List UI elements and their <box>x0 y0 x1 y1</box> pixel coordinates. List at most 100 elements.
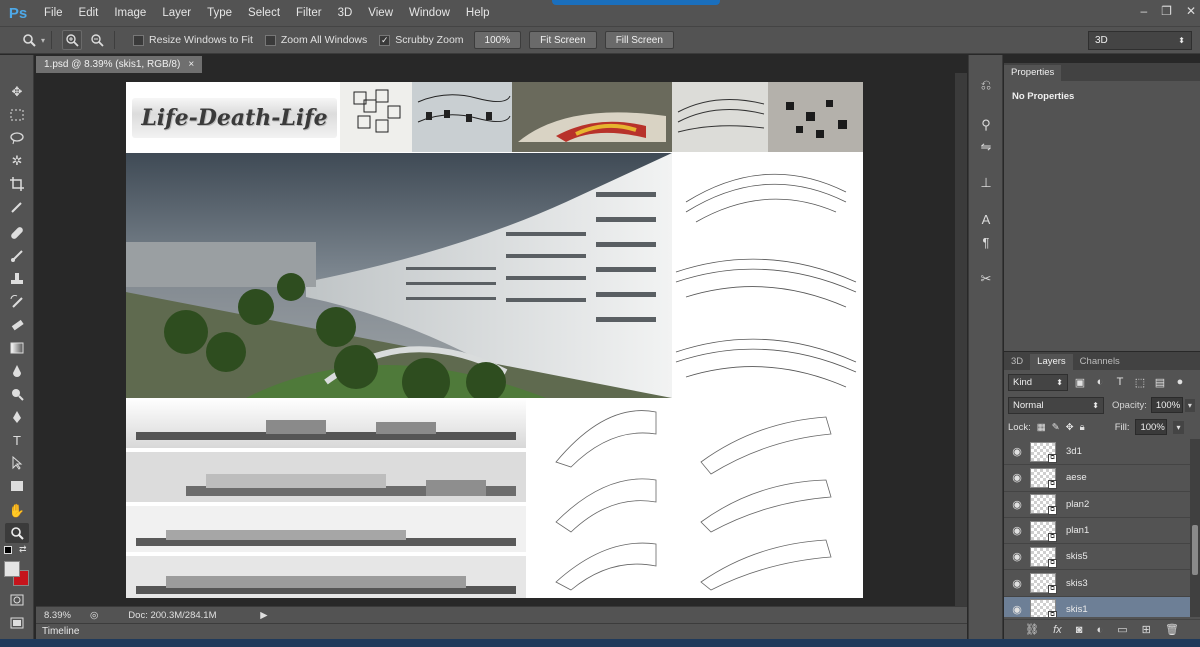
screen-mode-icon[interactable] <box>5 613 29 633</box>
swap-colors-icon[interactable]: ⇄ <box>19 544 27 555</box>
history-panel-icon[interactable]: ⎌ <box>976 75 996 95</box>
lock-position-icon[interactable]: ✥ <box>1066 422 1074 433</box>
eyedropper-tool-icon[interactable] <box>5 197 29 217</box>
layer-row[interactable]: ◉ ⧉ 3d1 <box>1004 439 1190 466</box>
path-selection-tool-icon[interactable] <box>5 453 29 473</box>
zoom-level[interactable]: 8.39% <box>44 610 84 621</box>
lock-transparent-icon[interactable]: ▦ <box>1037 422 1046 433</box>
status-menu-icon[interactable]: ◎ <box>90 610 98 621</box>
zoom-all-check-box[interactable] <box>264 34 276 46</box>
default-colors-icon[interactable] <box>4 546 12 554</box>
layer-row[interactable]: ◉ ⧉ plan1 <box>1004 517 1190 545</box>
minimize-button[interactable]: – <box>1140 4 1147 18</box>
pen-tool-icon[interactable] <box>5 407 29 427</box>
pixel-filter-icon[interactable]: ▣ <box>1072 374 1088 390</box>
document-canvas[interactable]: Life-Death-Life <box>126 82 863 598</box>
tab-properties[interactable]: Properties <box>1004 65 1062 81</box>
tab-3d[interactable]: 3D <box>1004 354 1030 370</box>
type-tool-icon[interactable]: T <box>5 430 29 450</box>
zoom-all-windows-checkbox[interactable]: Zoom All Windows <box>264 34 367 46</box>
lock-all-icon[interactable]: 🔒︎ <box>1080 422 1085 433</box>
smart-object-filter-icon[interactable]: ▤ <box>1152 374 1168 390</box>
quick-mask-icon[interactable] <box>5 590 29 610</box>
opacity-dropdown-icon[interactable]: ▾ <box>1184 398 1195 412</box>
restore-button[interactable]: ❐ <box>1161 4 1172 18</box>
menu-edit[interactable]: Edit <box>71 0 107 26</box>
menu-3d[interactable]: 3D <box>330 0 361 26</box>
fill-field[interactable]: 100% <box>1135 419 1168 435</box>
menu-select[interactable]: Select <box>240 0 288 26</box>
layers-scroll-thumb[interactable] <box>1192 525 1198 575</box>
eraser-tool-icon[interactable] <box>5 315 29 335</box>
layer-row[interactable]: ◉ ⧉ skis3 <box>1004 570 1190 597</box>
lasso-tool-icon[interactable] <box>5 128 29 148</box>
menu-view[interactable]: View <box>360 0 401 26</box>
layer-row[interactable]: ◉ ⧉ plan2 <box>1004 491 1190 518</box>
shape-filter-icon[interactable]: ⬚ <box>1132 374 1148 390</box>
clone-source-panel-icon[interactable]: ⊥ <box>976 173 996 193</box>
tool-presets-icon[interactable]: ⚲ <box>976 115 996 135</box>
lock-image-icon[interactable]: ✎ <box>1052 422 1060 433</box>
link-layers-icon[interactable]: ⛓ <box>1025 623 1039 636</box>
hand-tool-icon[interactable]: ✋ <box>5 501 29 521</box>
scrubby-zoom-check-box[interactable]: ✓ <box>379 34 391 46</box>
dodge-tool-icon[interactable] <box>5 384 29 404</box>
tab-channels[interactable]: Channels <box>1073 354 1127 370</box>
layer-kind-select[interactable]: Kind ⬍ <box>1008 373 1068 391</box>
history-brush-tool-icon[interactable] <box>5 292 29 312</box>
layer-row[interactable]: ◉ ⧉ aese <box>1004 465 1190 492</box>
eye-icon[interactable]: ◉ <box>1004 471 1030 484</box>
gradient-tool-icon[interactable] <box>5 338 29 358</box>
workspace-select[interactable]: 3D ⬍ <box>1088 31 1192 50</box>
menu-layer[interactable]: Layer <box>154 0 199 26</box>
document-tab[interactable]: 1.psd @ 8.39% (skis1, RGB/8) × <box>36 56 203 73</box>
resize-windows-checkbox[interactable]: Resize Windows to Fit <box>133 34 253 46</box>
trash-icon[interactable]: 🗑︎ <box>1165 623 1179 636</box>
tab-layers[interactable]: Layers <box>1030 354 1073 370</box>
layer-row[interactable]: ◉ ⧉ skis5 <box>1004 544 1190 571</box>
foreground-color-swatch[interactable] <box>4 561 20 577</box>
scrubby-zoom-checkbox[interactable]: ✓ Scrubby Zoom <box>379 34 464 46</box>
add-mask-icon[interactable]: ◙ <box>1076 624 1083 636</box>
actual-pixels-button[interactable]: 100% <box>473 31 522 49</box>
blur-tool-icon[interactable] <box>5 361 29 381</box>
character-panel-icon[interactable]: A <box>976 209 996 229</box>
type-filter-icon[interactable]: T <box>1112 374 1128 390</box>
clone-stamp-tool-icon[interactable] <box>5 269 29 289</box>
eye-icon[interactable]: ◉ <box>1004 524 1030 537</box>
zoom-in-icon[interactable] <box>62 30 83 50</box>
layer-row-selected[interactable]: ◉ ⧉ skis1 <box>1004 596 1190 617</box>
fill-dropdown-icon[interactable]: ▾ <box>1173 420 1184 434</box>
menu-file[interactable]: File <box>36 0 71 26</box>
adjustment-layer-icon[interactable]: ◐ <box>1096 624 1103 636</box>
close-button[interactable]: ✕ <box>1186 4 1196 18</box>
zoom-tool-icon[interactable] <box>5 523 29 543</box>
eye-icon[interactable]: ◉ <box>1004 445 1030 458</box>
fill-screen-button[interactable]: Fill Screen <box>604 31 674 49</box>
timeline-panel-tab[interactable]: Timeline <box>36 623 967 639</box>
new-group-icon[interactable]: ▭ <box>1117 623 1127 636</box>
adjustments-panel-icon[interactable]: ⇋ <box>976 137 996 157</box>
eye-icon[interactable]: ◉ <box>1004 577 1030 590</box>
zoom-tool-preset-icon[interactable] <box>18 29 40 51</box>
status-arrow-icon[interactable]: ▶ <box>260 610 267 621</box>
layers-scrollbar[interactable] <box>1190 439 1200 617</box>
canvas-vertical-scrollbar[interactable] <box>955 73 967 606</box>
new-layer-icon[interactable]: ⊞ <box>1142 623 1151 636</box>
fit-screen-button[interactable]: Fit Screen <box>529 31 597 49</box>
marquee-tool-icon[interactable] <box>5 105 29 125</box>
menu-image[interactable]: Image <box>106 0 154 26</box>
eye-icon[interactable]: ◉ <box>1004 550 1030 563</box>
filter-toggle-icon[interactable]: ● <box>1172 374 1188 390</box>
paragraph-panel-icon[interactable]: ¶ <box>976 232 996 252</box>
blend-mode-select[interactable]: Normal ⬍ <box>1008 396 1104 414</box>
healing-brush-tool-icon[interactable] <box>5 223 29 243</box>
zoom-out-icon[interactable] <box>86 29 108 51</box>
rectangle-tool-icon[interactable] <box>5 476 29 496</box>
close-tab-icon[interactable]: × <box>188 59 194 70</box>
tools-panel-icon[interactable]: ✂ <box>976 269 996 289</box>
menu-help[interactable]: Help <box>458 0 498 26</box>
menu-filter[interactable]: Filter <box>288 0 330 26</box>
menu-window[interactable]: Window <box>401 0 458 26</box>
eye-icon[interactable]: ◉ <box>1004 498 1030 511</box>
